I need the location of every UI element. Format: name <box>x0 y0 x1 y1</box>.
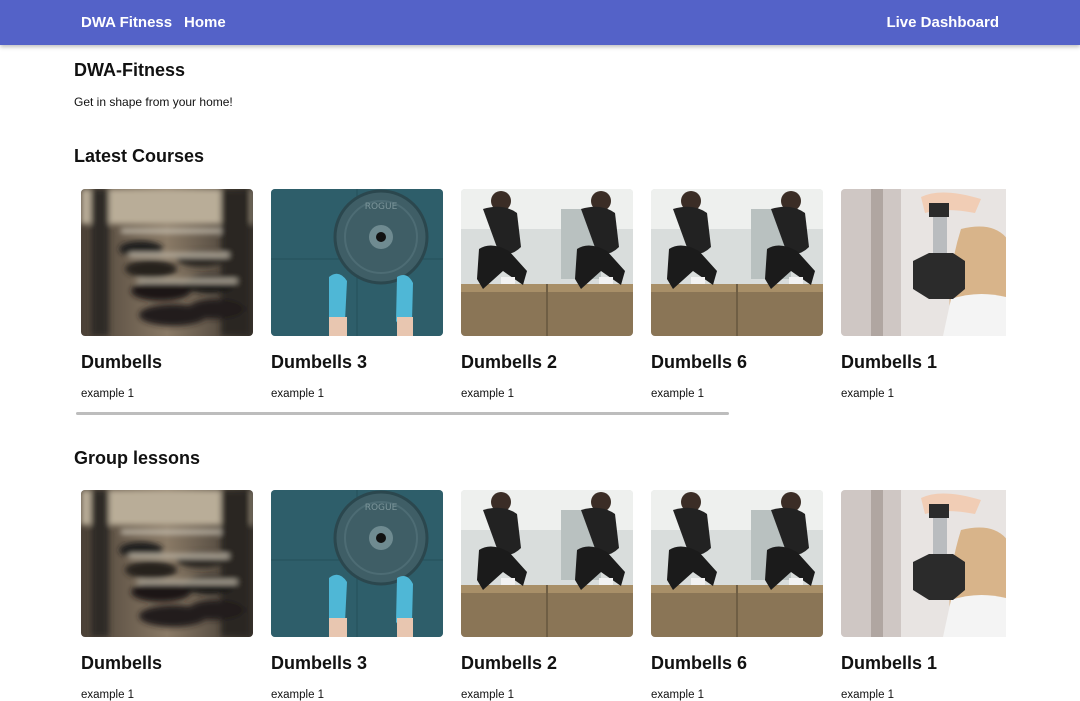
course-card-image <box>461 189 633 336</box>
woman-lifting-hex-dumbbell-photo <box>841 490 1006 637</box>
course-card-title: Dumbells 2 <box>461 653 558 673</box>
course-card[interactable]: Dumbells example 1 <box>81 490 253 701</box>
course-card[interactable]: Dumbells 6 example 1 <box>651 189 823 400</box>
course-card-description: example 1 <box>271 689 325 701</box>
course-card-description: example 1 <box>461 388 515 400</box>
carousel-track: Dumbells example 1 ROGUE Dumbells 3 exampl… <box>81 490 1006 701</box>
course-card-image <box>651 490 823 637</box>
course-card-image: ROGUE <box>271 490 443 637</box>
top-navbar: DWA Fitness Home Live Dashboard <box>0 0 1080 45</box>
course-card-description: example 1 <box>841 689 895 701</box>
box-jump-squat-photo <box>651 490 823 637</box>
course-card[interactable]: ROGUE Dumbells 3 example 1 <box>271 189 443 400</box>
course-card-title: Dumbells 1 <box>841 352 938 372</box>
group-lessons-carousel[interactable]: Dumbells example 1 ROGUE Dumbells 3 exampl… <box>74 490 1006 701</box>
blurred-dumbbell-rack-photo <box>81 189 253 336</box>
course-card-image <box>461 490 633 637</box>
latest-courses-carousel[interactable]: Dumbells example 1 ROGUE Dumbells 3 exampl… <box>74 189 1006 419</box>
course-card-description: example 1 <box>841 388 895 400</box>
course-card[interactable]: Dumbells 1 example 1 <box>841 490 1006 701</box>
nav-home-link[interactable]: Home <box>184 14 226 31</box>
course-card-title: Dumbells 2 <box>461 352 558 372</box>
box-jump-squat-photo <box>461 189 633 336</box>
course-card-description: example 1 <box>81 388 135 400</box>
course-card-description: example 1 <box>271 388 325 400</box>
course-card-image <box>81 490 253 637</box>
page-title: DWA-Fitness <box>74 60 186 80</box>
course-card-title: Dumbells 3 <box>271 653 368 673</box>
course-card[interactable]: ROGUE Dumbells 3 example 1 <box>271 490 443 701</box>
box-jump-squat-photo <box>461 490 633 637</box>
weight-plate-and-sneakers-photo: ROGUE <box>271 189 443 336</box>
blurred-dumbbell-rack-photo <box>81 490 253 637</box>
box-jump-squat-photo <box>651 189 823 336</box>
course-card-description: example 1 <box>461 689 515 701</box>
course-card[interactable]: Dumbells 2 example 1 <box>461 189 633 400</box>
course-card-title: Dumbells <box>81 352 163 372</box>
course-card-description: example 1 <box>651 689 705 701</box>
course-card-title: Dumbells <box>81 653 163 673</box>
course-card[interactable]: Dumbells 6 example 1 <box>651 490 823 701</box>
svg-text:ROGUE: ROGUE <box>365 503 398 513</box>
section-title-group-lessons: Group lessons <box>74 448 201 468</box>
brand-link[interactable]: DWA Fitness <box>81 14 172 31</box>
course-card[interactable]: Dumbells example 1 <box>81 189 253 400</box>
course-card-description: example 1 <box>651 388 705 400</box>
course-card-description: example 1 <box>81 689 135 701</box>
course-card-title: Dumbells 1 <box>841 653 938 673</box>
course-card-image <box>841 189 1006 336</box>
carousel-track: Dumbells example 1 ROGUE Dumbells 3 exampl… <box>81 189 1006 400</box>
course-card-image <box>81 189 253 336</box>
course-card-title: Dumbells 3 <box>271 352 368 372</box>
course-card-title: Dumbells 6 <box>651 352 748 372</box>
section-title-latest-courses: Latest Courses <box>74 146 205 166</box>
weight-plate-and-sneakers-photo: ROGUE <box>271 490 443 637</box>
course-card[interactable]: Dumbells 2 example 1 <box>461 490 633 701</box>
course-card-image <box>841 490 1006 637</box>
horizontal-scrollbar[interactable] <box>76 412 729 415</box>
nav-live-dashboard-link[interactable]: Live Dashboard <box>886 14 999 31</box>
woman-lifting-hex-dumbbell-photo <box>841 189 1006 336</box>
course-card-image: ROGUE <box>271 189 443 336</box>
page-subtitle: Get in shape from your home! <box>74 95 233 109</box>
svg-text:ROGUE: ROGUE <box>365 202 398 212</box>
course-card-image <box>651 189 823 336</box>
course-card[interactable]: Dumbells 1 example 1 <box>841 189 1006 400</box>
course-card-title: Dumbells 6 <box>651 653 748 673</box>
